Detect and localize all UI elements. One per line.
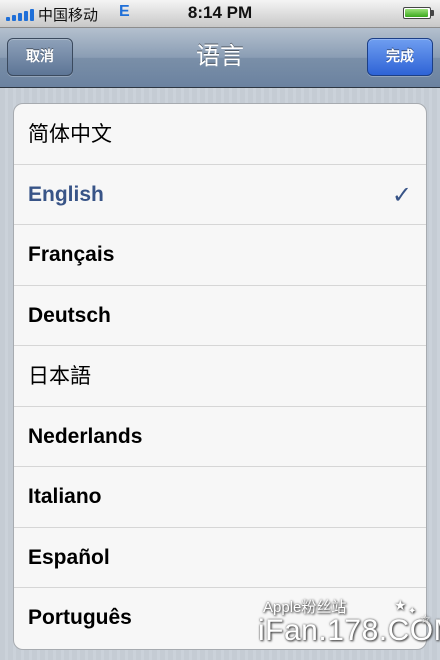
checkmark-icon: ✓ (391, 180, 412, 209)
status-bar: 中国移动 E 8:14 PM (0, 0, 440, 28)
battery-icon (403, 7, 431, 19)
language-row[interactable]: Français (14, 225, 426, 286)
language-label: 简体中文 (28, 122, 112, 146)
battery-tip (431, 10, 434, 16)
language-row[interactable]: Español (14, 528, 426, 588)
language-label: Português (28, 606, 132, 629)
done-button[interactable]: 完成 (367, 38, 433, 76)
language-label: Español (28, 545, 110, 569)
battery-level-fill (405, 9, 428, 17)
page-title: 语言 (196, 42, 244, 70)
language-label: Nederlands (28, 424, 143, 448)
navigation-bar: 取消 语言 完成 (0, 28, 440, 88)
language-row[interactable]: Deutsch (14, 286, 426, 346)
language-row[interactable]: Português (14, 588, 426, 649)
language-row[interactable]: 日本語 (14, 346, 426, 407)
language-label: Deutsch (28, 303, 111, 327)
language-label: Français (28, 243, 115, 266)
language-row[interactable]: Italiano (14, 467, 426, 528)
language-label: English (28, 182, 104, 206)
cancel-button[interactable]: 取消 (7, 38, 73, 76)
language-label: 日本語 (28, 364, 91, 388)
language-row[interactable]: 简体中文 (14, 104, 426, 165)
status-time: 8:14 PM (187, 3, 253, 22)
language-list: 简体中文 English ✓ Français Deutsch 日本語 Nederlands… (13, 103, 427, 650)
language-label: Italiano (28, 485, 102, 508)
language-row[interactable]: English ✓ (14, 165, 426, 225)
language-row[interactable]: Nederlands (14, 407, 426, 467)
content-area: 简体中文 English ✓ Français Deutsch 日本語 Nederlands… (0, 88, 440, 660)
